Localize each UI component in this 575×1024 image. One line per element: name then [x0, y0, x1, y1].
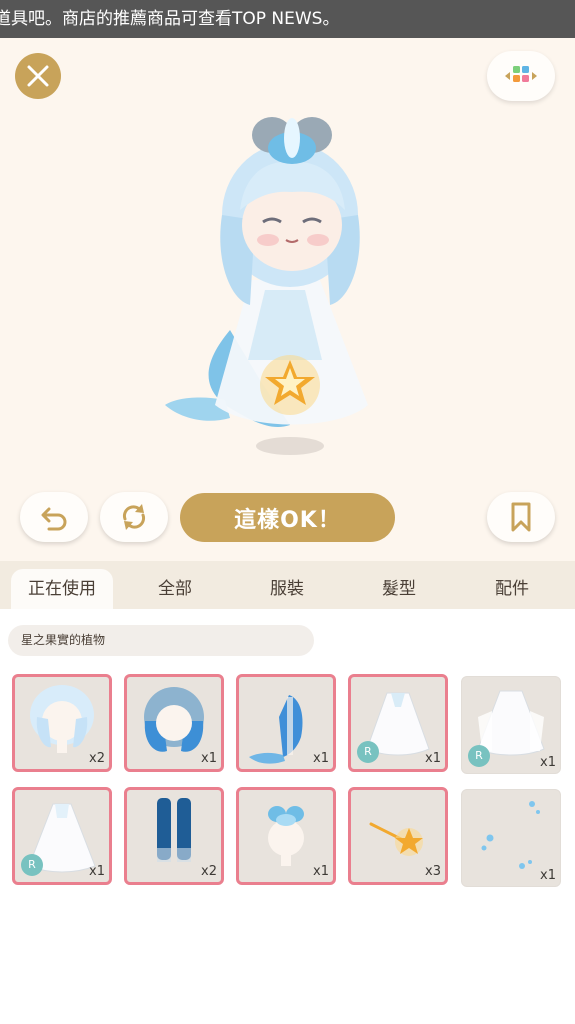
refresh-button[interactable]	[100, 492, 168, 542]
palette-grid-icon	[505, 66, 537, 82]
tab-in-use[interactable]: 正在使用	[11, 569, 113, 609]
color-palette-button[interactable]	[487, 51, 555, 101]
tab-clothing[interactable]: 服裝	[236, 569, 338, 609]
confirm-ok-button[interactable]: 這樣OK！	[180, 493, 395, 542]
item-count: x1	[89, 864, 105, 879]
item-star-wand[interactable]: x3	[348, 787, 448, 885]
item-count: x1	[201, 751, 217, 766]
avatar-stage	[0, 38, 575, 561]
rarity-badge: R	[468, 745, 490, 767]
item-mermaid-tail[interactable]: x1	[236, 674, 336, 772]
item-count: x2	[201, 864, 217, 879]
rarity-badge: R	[357, 741, 379, 763]
item-white-dress[interactable]: R x1	[348, 674, 448, 772]
rarity-badge: R	[21, 854, 43, 876]
item-count: x3	[425, 864, 441, 879]
item-count: x1	[313, 751, 329, 766]
category-tab-bar: 正在使用 全部 服裝 髮型 配件	[0, 561, 575, 609]
avatar-character	[165, 117, 368, 455]
bookmark-icon	[511, 502, 531, 532]
item-sheer-gown[interactable]: R x1	[12, 787, 112, 885]
item-white-dress-alt[interactable]: R x1	[461, 676, 561, 774]
item-count: x1	[540, 868, 556, 883]
item-count: x1	[425, 751, 441, 766]
item-count: x1	[313, 864, 329, 879]
item-count: x2	[89, 751, 105, 766]
collection-label: 星之果實的植物	[8, 625, 314, 656]
tab-accessories[interactable]: 配件	[461, 569, 563, 609]
item-bubble-effect[interactable]: x1	[461, 789, 561, 887]
close-icon	[27, 65, 49, 87]
close-button[interactable]	[15, 53, 61, 99]
item-shell-hairpiece[interactable]: x1	[236, 787, 336, 885]
tab-hairstyle[interactable]: 髮型	[348, 569, 450, 609]
news-ticker: 道具吧。商店的推薦商品可查看TOP NEWS。	[0, 0, 575, 38]
undo-button[interactable]	[20, 492, 88, 542]
bookmark-button[interactable]	[487, 492, 555, 542]
refresh-icon	[122, 504, 146, 530]
undo-icon	[41, 507, 67, 531]
item-count: x1	[540, 755, 556, 770]
ticker-text: 道具吧。商店的推薦商品可查看TOP NEWS。	[0, 9, 340, 29]
item-hair-blue-gradient[interactable]: x1	[124, 674, 224, 772]
tab-all[interactable]: 全部	[124, 569, 226, 609]
item-blue-stockings[interactable]: x2	[124, 787, 224, 885]
item-hair-short-light[interactable]: x2	[12, 674, 112, 772]
